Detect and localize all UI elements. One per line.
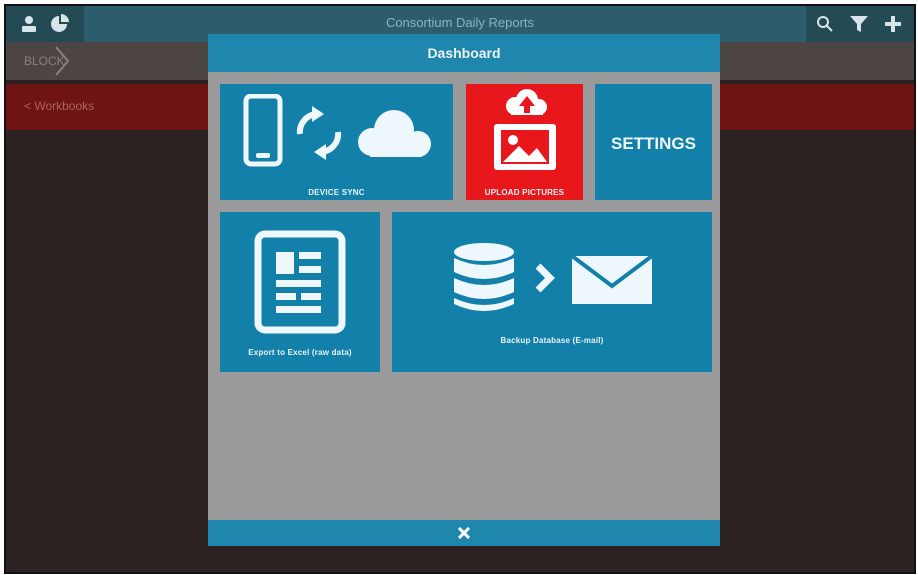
upload-pictures-tile[interactable]: UPLOAD PICTURES xyxy=(466,84,583,200)
export-excel-tile[interactable]: Export to Excel (raw data) xyxy=(220,212,380,372)
dashboard-modal: Dashboard DEVICE SYNC UPLOAD PICTURES SE… xyxy=(208,34,720,546)
backup-database-tile[interactable]: Backup Database (E-mail) xyxy=(392,212,712,372)
backup-database-label: Backup Database (E-mail) xyxy=(500,336,604,345)
plus-icon[interactable] xyxy=(880,11,906,37)
close-icon xyxy=(458,527,470,539)
chevron-right-icon xyxy=(55,46,70,76)
settings-label: SETTINGS xyxy=(610,134,696,153)
filter-icon[interactable] xyxy=(846,11,872,37)
upload-pictures-label: UPLOAD PICTURES xyxy=(484,188,565,197)
device-sync-icon xyxy=(243,94,431,167)
section-back-link[interactable]: < Workbooks xyxy=(24,99,94,113)
search-icon[interactable] xyxy=(812,11,838,37)
device-sync-label: DEVICE SYNC xyxy=(308,188,365,197)
upload-picture-icon xyxy=(494,89,556,170)
app-window: Consortium Daily Reports BLOCK < Workboo… xyxy=(4,4,916,574)
database-email-icon xyxy=(454,243,654,311)
modal-title: Dashboard xyxy=(208,34,720,72)
close-button[interactable] xyxy=(208,520,720,546)
app-title: Consortium Daily Reports xyxy=(385,15,535,30)
export-excel-label: Export to Excel (raw data) xyxy=(248,348,352,357)
settings-tile[interactable]: SETTINGS xyxy=(595,84,712,200)
device-sync-tile[interactable]: DEVICE SYNC xyxy=(220,84,453,200)
spreadsheet-icon xyxy=(254,230,346,334)
